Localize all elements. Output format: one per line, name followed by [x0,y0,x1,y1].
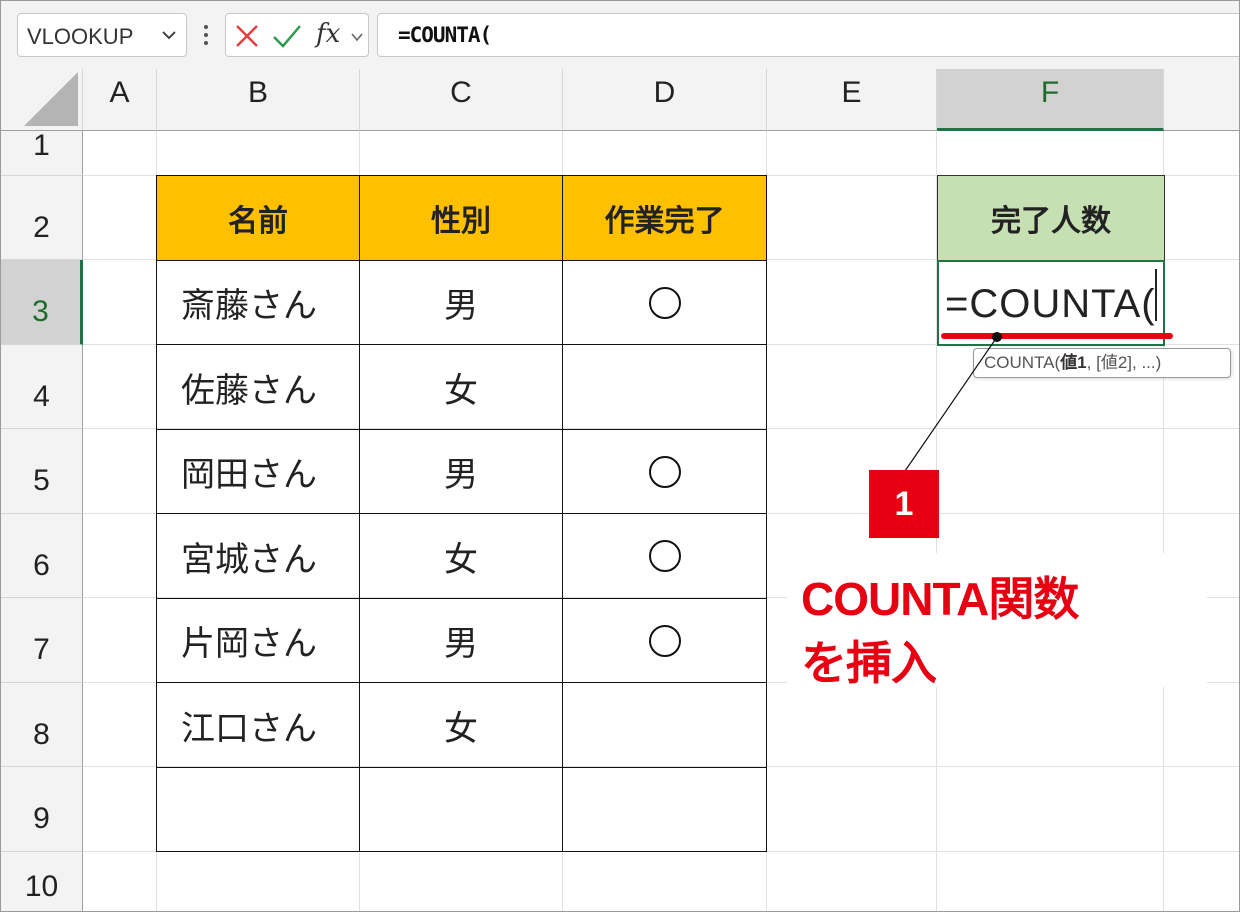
callout-line-1: COUNTA関数 [801,573,1079,625]
callout-line-2: を挿入 [801,637,937,689]
step-badge: 1 [869,470,939,538]
excel-window: VLOOKUP fx =COUNTA( A B C D E F 1 2 3 4 … [0,0,1240,912]
callout-leader-line [904,332,1002,472]
callout-note: COUNTA関数 を挿入 [787,553,1207,689]
